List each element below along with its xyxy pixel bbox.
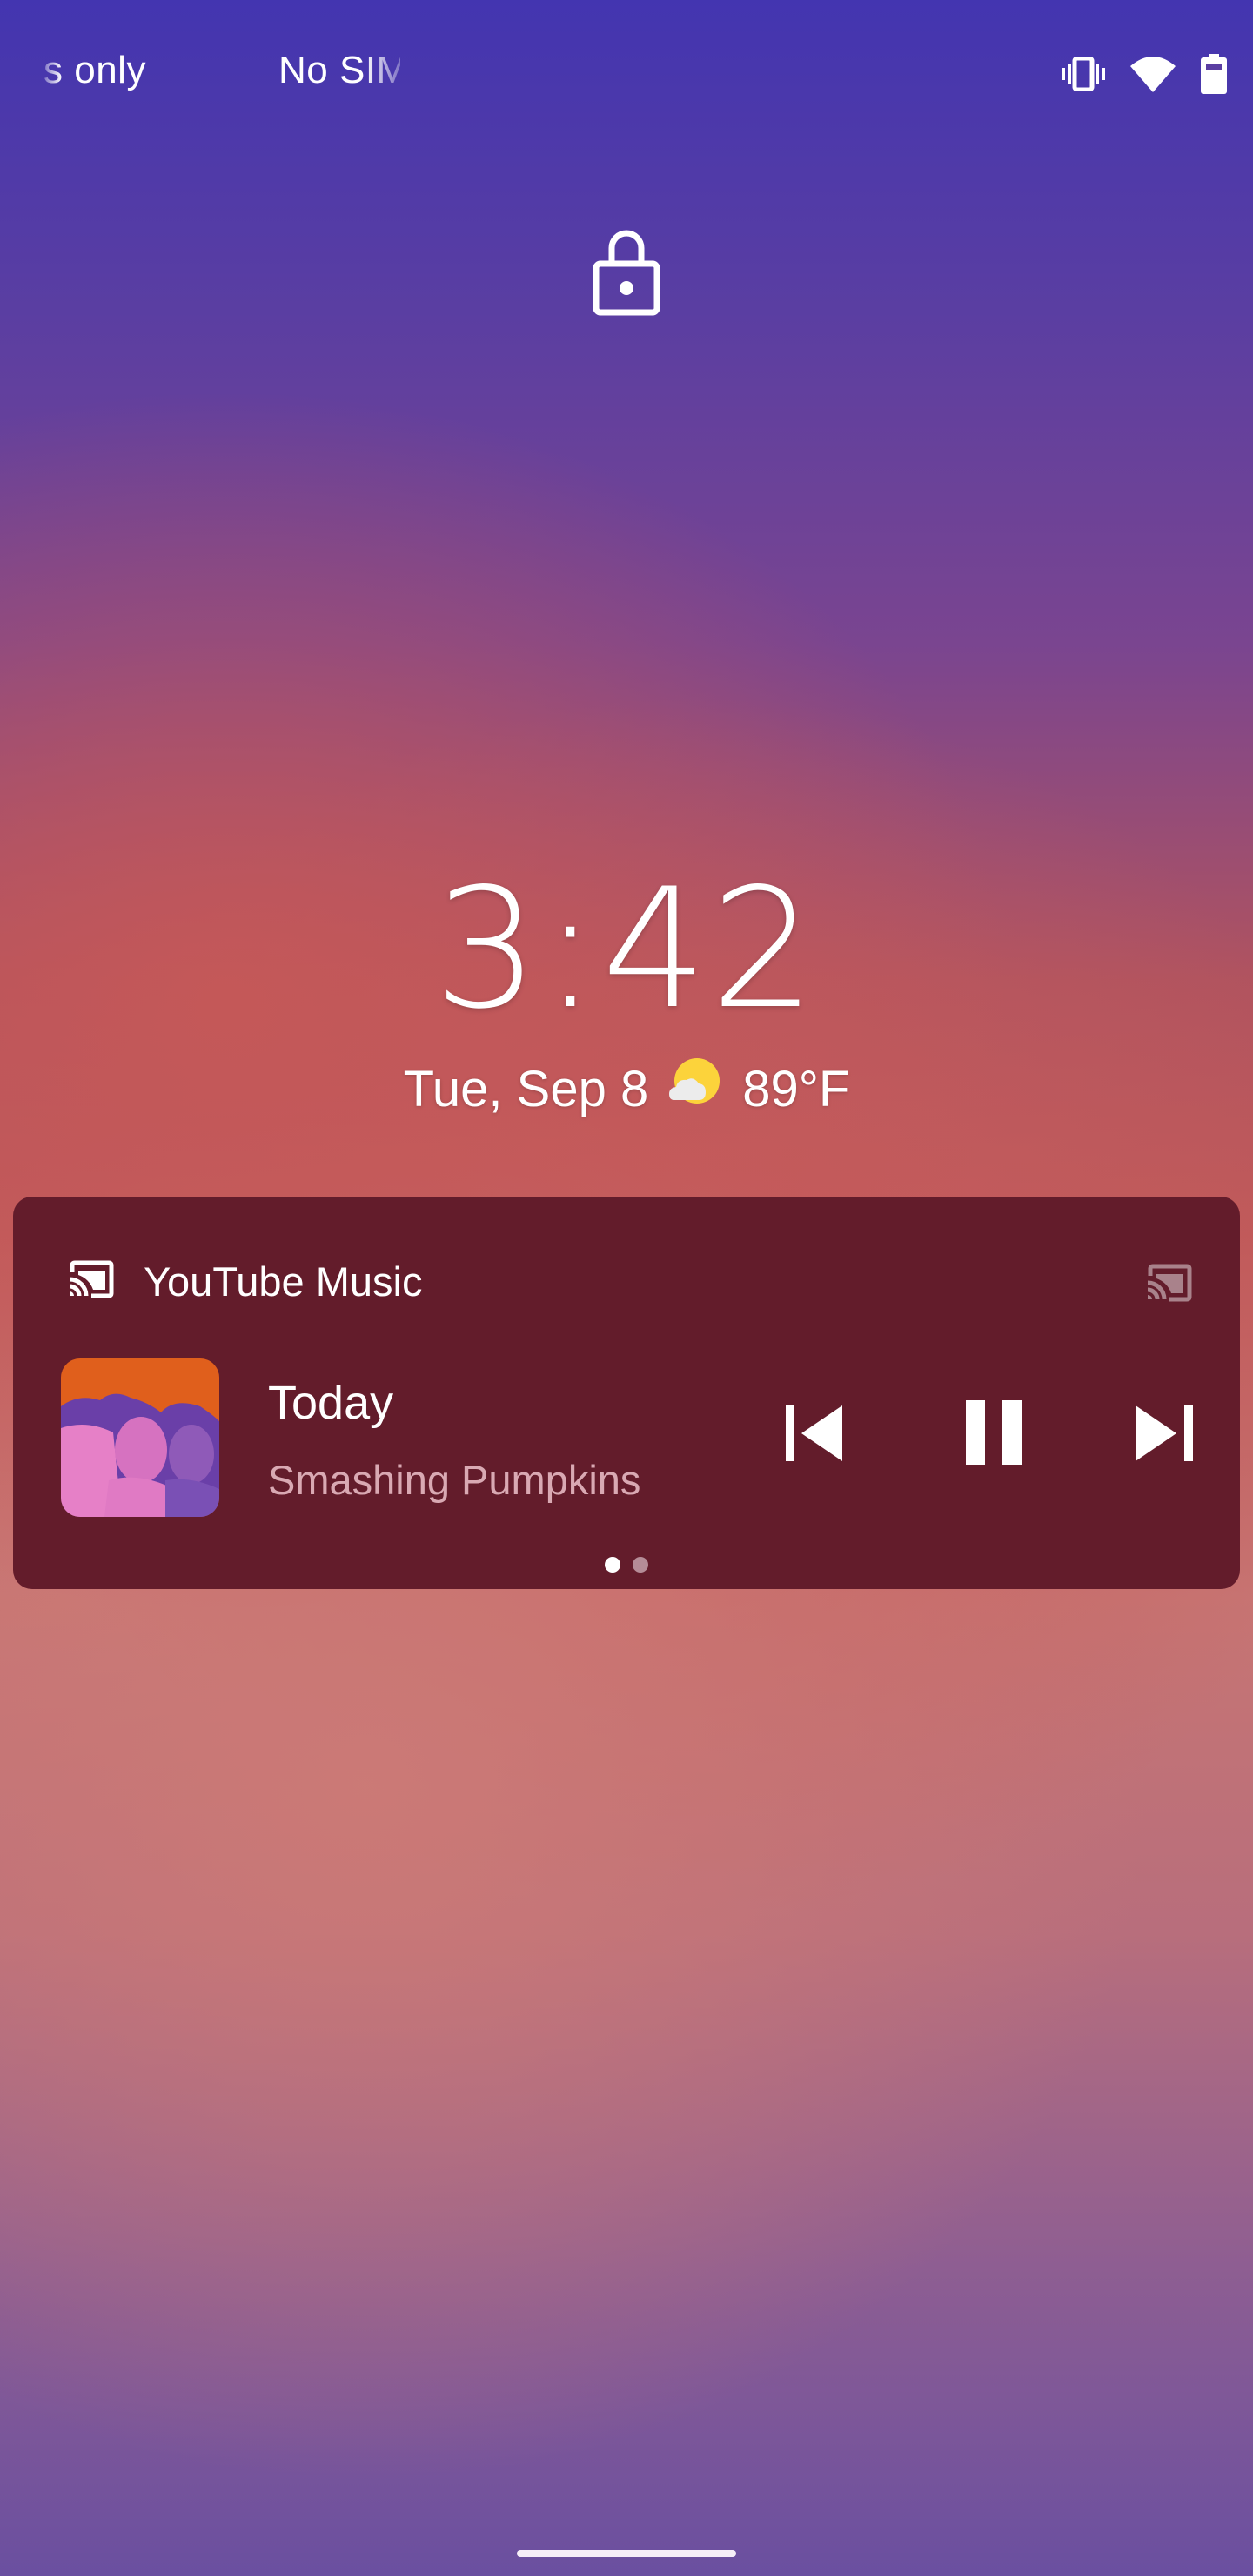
cast-icon (1147, 1264, 1192, 1302)
gesture-nav-handle[interactable] (517, 2550, 736, 2557)
page-dot[interactable] (633, 1557, 648, 1573)
skip-next-icon (1136, 1405, 1193, 1461)
wifi-icon (1129, 54, 1176, 98)
temperature-label: 89°F (742, 1060, 850, 1117)
clock-minutes: 42 (601, 853, 820, 1045)
artist-name: Smashing Pumpkins (268, 1457, 641, 1503)
clock-separator: : (542, 853, 602, 1045)
carrier-label-1: s only (44, 49, 146, 91)
lock-icon (593, 229, 660, 320)
partly-cloudy-icon (667, 1055, 723, 1123)
date-weather-row[interactable]: Tue, Sep 8 89°F (0, 1055, 1253, 1123)
media-player-card[interactable]: YouTube Music Today Smashing Pumpkins (13, 1197, 1240, 1589)
page-indicator (605, 1557, 648, 1573)
album-art (61, 1358, 219, 1517)
pause-icon (966, 1400, 1022, 1465)
skip-previous-icon (786, 1405, 842, 1461)
status-icons (1062, 54, 1227, 98)
next-button[interactable] (1136, 1405, 1195, 1467)
carrier-label-2: No SIM (278, 49, 400, 91)
previous-button[interactable] (786, 1405, 845, 1467)
date-label: Tue, Sep 8 (403, 1060, 649, 1117)
cast-icon (67, 1260, 114, 1303)
song-title: Today (268, 1377, 394, 1429)
clock[interactable]: 3:42 (0, 853, 1253, 1045)
vibrate-icon (1062, 56, 1105, 96)
cast-output-button[interactable] (1145, 1264, 1192, 1306)
page-dot-active[interactable] (605, 1557, 620, 1573)
clock-hours: 3 (433, 853, 543, 1045)
media-app-header: YouTube Music (67, 1258, 423, 1305)
media-app-name: YouTube Music (144, 1258, 423, 1305)
pause-button[interactable] (966, 1400, 1025, 1471)
battery-icon (1201, 54, 1227, 98)
